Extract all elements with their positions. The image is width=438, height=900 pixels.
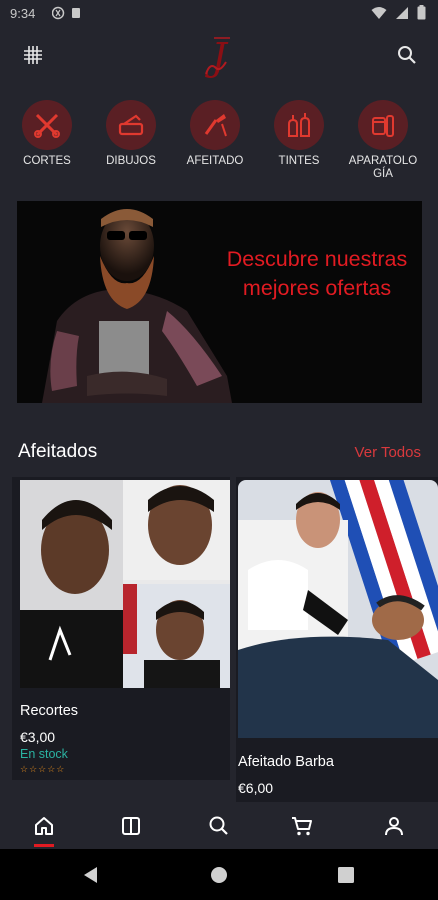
nav-profile[interactable] <box>364 802 424 849</box>
grid-menu-button[interactable] <box>18 40 48 70</box>
product-price: €6,00 <box>238 780 274 796</box>
category-icon-circle <box>106 100 156 150</box>
banner-text: Descubre nuestras mejores ofertas <box>226 247 408 300</box>
category-tintes[interactable]: TINTES <box>261 100 337 168</box>
rating-stars: ☆☆☆☆☆ <box>20 764 66 774</box>
category-aparatologia[interactable]: APARATOLOGÍA <box>345 100 421 181</box>
nav-search[interactable] <box>189 802 249 849</box>
catalog-icon <box>122 816 140 835</box>
category-icon-circle <box>22 100 72 150</box>
logo-glyph: J <box>204 35 228 79</box>
scissors-comb-icon <box>34 113 60 138</box>
product-name: Afeitado Barba <box>238 754 334 770</box>
banner-model-image <box>42 209 232 403</box>
home-circle-icon[interactable] <box>210 866 228 884</box>
category-dibujos[interactable]: DIBUJOS <box>93 100 169 168</box>
brand-logo[interactable]: J <box>196 30 242 82</box>
cart-icon <box>292 816 312 835</box>
home-icon <box>35 816 53 835</box>
product-image <box>238 480 438 738</box>
app-bar: J <box>0 30 438 84</box>
product-name: Recortes <box>20 703 79 719</box>
category-afeitado[interactable]: AFEITADO <box>177 100 253 168</box>
category-icon-circle <box>274 100 324 150</box>
category-label: TINTES <box>278 155 320 167</box>
signal-icon <box>396 6 408 19</box>
category-label: APARATOLOGÍA <box>348 155 418 180</box>
nav-catalog[interactable] <box>101 802 161 849</box>
profile-icon <box>385 816 403 835</box>
back-icon[interactable] <box>82 866 100 884</box>
search-icon <box>398 46 416 64</box>
search-button[interactable] <box>392 40 422 70</box>
category-label: DIBUJOS <box>106 155 156 167</box>
category-label: CORTES <box>23 155 71 167</box>
clipper-icon <box>372 115 394 137</box>
see-all-link[interactable]: Ver Todos <box>355 444 421 461</box>
category-label: AFEITADO <box>186 155 244 167</box>
nav-active-indicator <box>34 844 54 847</box>
nav-cart[interactable] <box>272 802 332 849</box>
status-time: 9:34 <box>10 6 36 21</box>
dye-bottles-icon <box>288 113 310 137</box>
straight-razor-icon <box>204 114 227 137</box>
notification-icons <box>51 6 84 23</box>
product-card-recortes[interactable]: Recortes €3,00 En stock ☆☆☆☆☆ <box>12 477 230 780</box>
search-icon <box>209 816 228 835</box>
bottom-nav <box>0 802 438 849</box>
product-card-afeitado-barba[interactable]: Afeitado Barba €6,00 <box>236 477 438 802</box>
category-cortes[interactable]: CORTES <box>9 100 85 168</box>
section-title: Afeitados <box>18 441 98 462</box>
grid-icon <box>24 46 42 64</box>
product-image <box>20 480 230 688</box>
product-price: €3,00 <box>20 729 56 745</box>
system-status-icons <box>371 5 426 20</box>
battery-icon <box>417 5 426 20</box>
wifi-icon <box>371 6 387 19</box>
category-icon-circle <box>190 100 240 150</box>
nav-home[interactable] <box>14 802 74 849</box>
system-nav-bar <box>0 849 438 900</box>
recents-icon[interactable] <box>338 867 354 883</box>
status-bar: 9:34 <box>0 0 438 28</box>
razor-icon <box>118 114 144 136</box>
promo-banner[interactable]: Descubre nuestras mejores ofertas <box>17 201 422 403</box>
stock-status: En stock <box>20 747 68 761</box>
category-icon-circle <box>358 100 408 150</box>
